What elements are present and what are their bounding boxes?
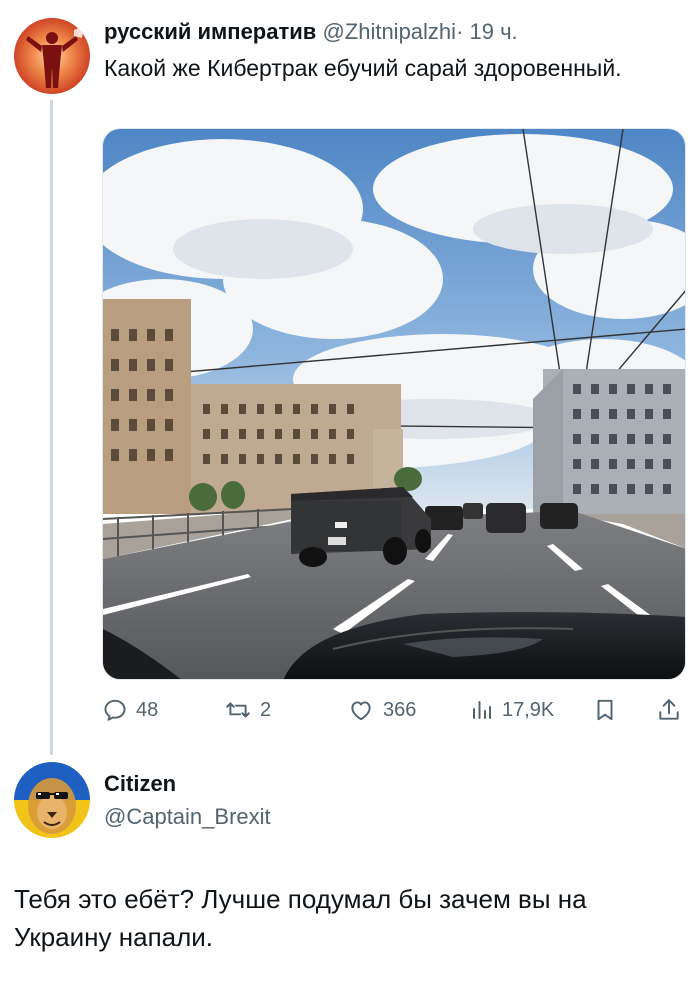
user-handle[interactable]: @Captain_Brexit xyxy=(104,804,271,830)
tweet-text: Какой же Кибертрак ебучий сарай здоровен… xyxy=(104,55,622,81)
user-handle[interactable]: @Zhitnipalzhi xyxy=(322,19,456,44)
views-icon xyxy=(470,697,494,723)
avatar[interactable] xyxy=(14,762,90,838)
reply-icon xyxy=(102,697,128,723)
tweet-actions: 48 2 366 17,9K xyxy=(102,690,688,730)
retweet-icon xyxy=(224,697,252,723)
avatar[interactable] xyxy=(14,18,90,94)
tweet-text: Тебя это ебёт? Лучше подумал бы зачем вы… xyxy=(14,884,587,952)
like-count: 366 xyxy=(383,698,417,721)
tweet-header: русский императив @Zhitnipalzhi· 19 ч. xyxy=(104,17,518,47)
display-name[interactable]: русский императив xyxy=(104,19,316,44)
share-icon xyxy=(656,697,682,723)
timestamp[interactable]: 19 ч. xyxy=(470,19,518,44)
retweet-count: 2 xyxy=(260,698,272,721)
tweet-photo[interactable] xyxy=(102,128,686,680)
separator-dot: · xyxy=(456,19,464,44)
share-button[interactable] xyxy=(656,690,682,730)
retweet-button[interactable]: 2 xyxy=(224,690,271,730)
views-button[interactable]: 17,9K xyxy=(470,690,554,730)
like-button[interactable]: 366 xyxy=(347,690,416,730)
views-count: 17,9K xyxy=(502,698,555,721)
thread-line xyxy=(50,100,53,755)
bookmark-button[interactable] xyxy=(592,690,618,730)
bookmark-icon xyxy=(592,697,618,723)
reply-count: 48 xyxy=(136,698,159,721)
reply-button[interactable]: 48 xyxy=(102,690,158,730)
display-name[interactable]: Citizen xyxy=(104,771,176,797)
like-icon xyxy=(347,697,375,723)
